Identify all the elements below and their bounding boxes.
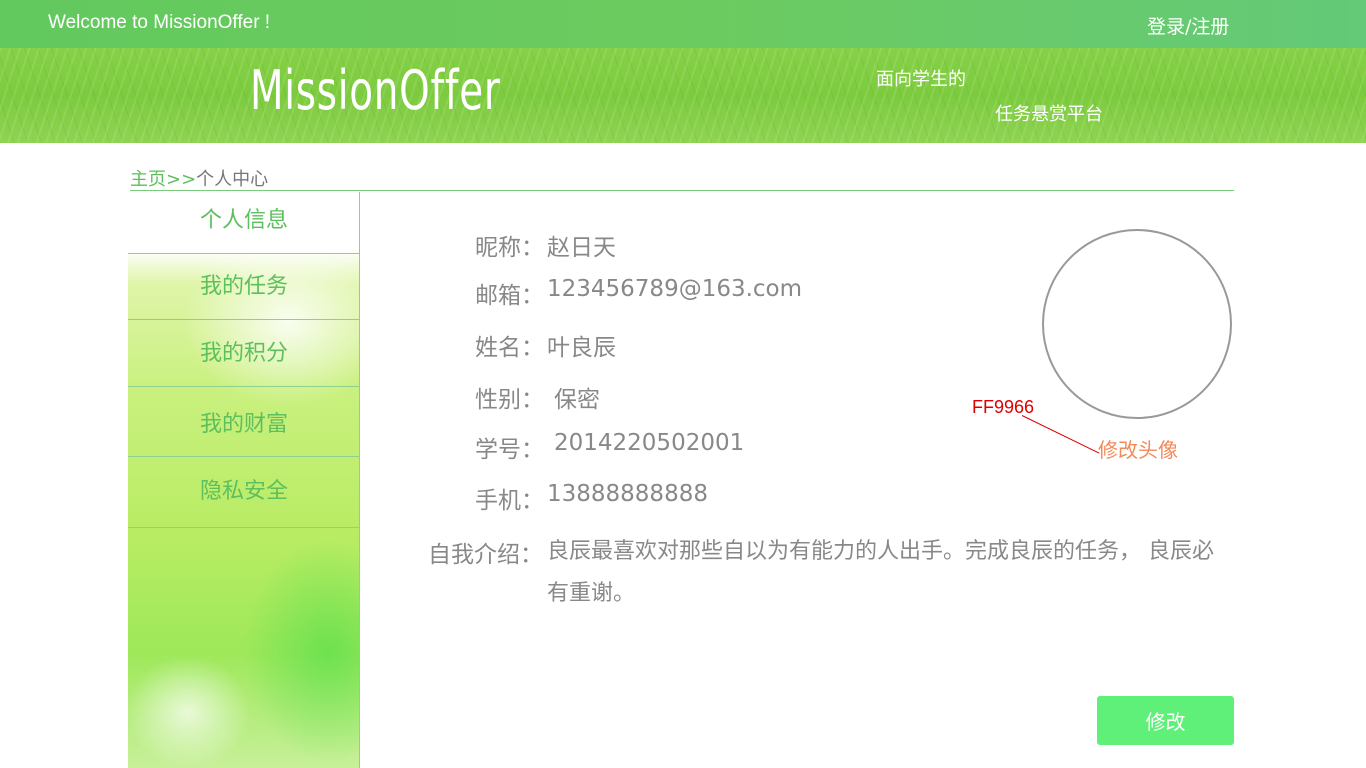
sidebar-item-my-wealth[interactable]: 我的财富 [128,387,360,457]
name-value: 叶良辰 [547,335,616,361]
breadcrumb-divider [130,190,1234,191]
email-label: 邮箱： [475,283,544,309]
slogan-line-1: 面向学生的 [876,69,966,90]
nickname-label: 昵称： [475,235,544,261]
breadcrumb-separator: >> [166,169,197,190]
breadcrumb: 主页>>个人中心 [130,165,268,191]
intro-value: 良辰最喜欢对那些自以为有能力的人出手。完成良辰的任务， 良辰必有重谢。 [547,539,1214,606]
annotation-leader-line [1021,415,1100,454]
avatar[interactable] [1042,229,1232,419]
sidebar: 个人信息 我的任务 我的积分 我的财富 隐私安全 [128,192,360,768]
color-annotation: FF9966 [972,397,1035,417]
phone-value: 13888888888 [547,481,708,507]
gender-label: 性别： [475,387,544,413]
email-value: 123456789@163.com [547,276,803,302]
sidebar-item-privacy-security[interactable]: 隐私安全 [128,457,360,528]
edit-avatar-link[interactable]: 修改头像 [1098,434,1178,463]
login-register-link[interactable]: 登录/注册 [1147,12,1229,39]
student-id-value: 2014220502001 [554,430,745,456]
breadcrumb-current: 个人中心 [196,169,269,190]
welcome-text: Welcome to MissionOffer ! [48,12,271,33]
sidebar-item-my-points[interactable]: 我的积分 [128,320,360,387]
gender-value: 保密 [554,387,600,413]
banner: MissionOffer 面向学生的 任务悬赏平台 [0,48,1366,143]
breadcrumb-home-link[interactable]: 主页 [130,169,166,190]
site-logo[interactable]: MissionOffer [250,64,501,118]
intro-label: 自我介绍： [428,542,543,568]
phone-label: 手机： [475,488,544,514]
name-label: 姓名： [475,335,544,361]
sidebar-item-personal-info[interactable]: 个人信息 [128,192,360,254]
slogan-line-2: 任务悬赏平台 [995,104,1103,125]
edit-button[interactable]: 修改 [1097,696,1234,745]
nickname-value: 赵日天 [547,235,616,261]
top-bar: Welcome to MissionOffer ! 登录/注册 [0,0,1366,48]
sidebar-item-my-tasks[interactable]: 我的任务 [128,254,360,320]
student-id-label: 学号： [475,437,544,463]
